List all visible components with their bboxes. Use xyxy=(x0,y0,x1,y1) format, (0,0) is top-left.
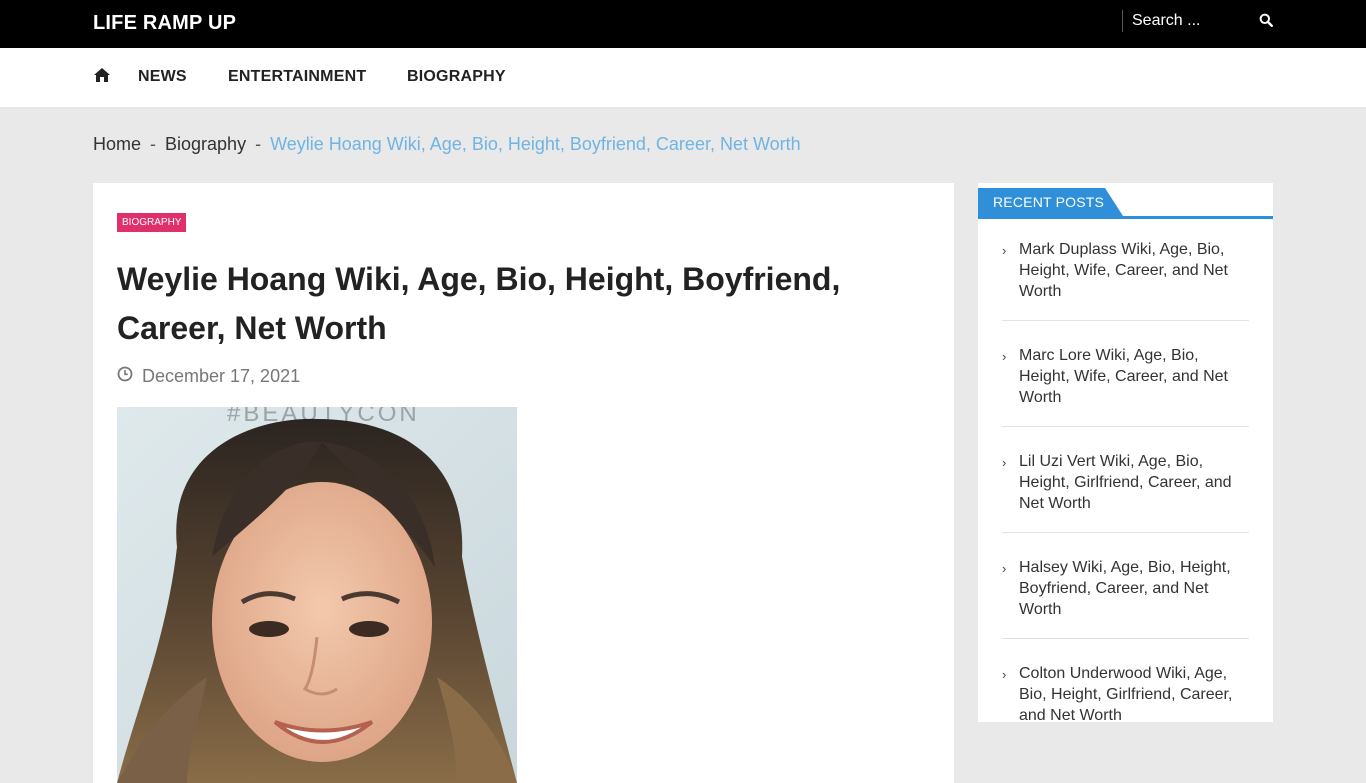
article-title: Weylie Hoang Wiki, Age, Bio, Height, Boy… xyxy=(117,261,841,346)
chevron-right-icon: › xyxy=(1002,667,1007,682)
recent-post-link[interactable]: Colton Underwood Wiki, Age, Bio, Height,… xyxy=(1019,663,1249,726)
search-icon[interactable] xyxy=(1259,13,1275,29)
recent-post-link[interactable]: Halsey Wiki, Age, Bio, Height, Boyfriend… xyxy=(1019,557,1249,620)
article-card: BIOGRAPHY Weylie Hoang Wiki, Age, Bio, H… xyxy=(93,183,954,783)
nav-item-entertainment[interactable]: ENTERTAINMENT xyxy=(228,68,366,86)
clock-icon xyxy=(117,366,133,387)
breadcrumb: Home - Biography - Weylie Hoang Wiki, Age, B… xyxy=(93,134,801,155)
breadcrumb-home[interactable]: Home xyxy=(93,134,141,155)
search-box xyxy=(1122,10,1274,32)
list-item: › Colton Underwood Wiki, Age, Bio, Heigh… xyxy=(1002,663,1249,744)
chevron-right-icon: › xyxy=(1002,561,1007,576)
recent-post-link[interactable]: Lil Uzi Vert Wiki, Age, Bio, Height, Gir… xyxy=(1019,451,1249,514)
recent-post-link[interactable]: Marc Lore Wiki, Age, Bio, Height, Wife, … xyxy=(1019,345,1249,408)
list-item: › Marc Lore Wiki, Age, Bio, Height, Wife… xyxy=(1002,345,1249,427)
list-item: › Lil Uzi Vert Wiki, Age, Bio, Height, G… xyxy=(1002,451,1249,533)
recent-post-link[interactable]: Mark Duplass Wiki, Age, Bio, Height, Wif… xyxy=(1019,239,1249,302)
breadcrumb-separator: - xyxy=(150,134,157,154)
widget-title: RECENT POSTS xyxy=(993,194,1105,210)
list-item: › Mark Duplass Wiki, Age, Bio, Height, W… xyxy=(1002,239,1249,321)
home-icon[interactable] xyxy=(93,67,111,85)
featured-image: #BEAUTYCON xyxy=(117,407,517,783)
date-text: December 17, 2021 xyxy=(142,366,301,386)
breadcrumb-separator: - xyxy=(255,134,262,154)
breadcrumb-category[interactable]: Biography xyxy=(165,134,246,155)
site-title[interactable]: LIFE RAMP UP xyxy=(93,12,236,35)
article-date: December 17, 2021 xyxy=(117,366,300,387)
recent-posts-list: › Mark Duplass Wiki, Age, Bio, Height, W… xyxy=(1002,239,1249,744)
chevron-right-icon: › xyxy=(1002,455,1007,470)
chevron-right-icon: › xyxy=(1002,243,1007,258)
nav-item-news[interactable]: NEWS xyxy=(138,68,187,86)
search-input[interactable] xyxy=(1132,10,1247,32)
top-bar: LIFE RAMP UP xyxy=(0,0,1366,48)
breadcrumb-current: Weylie Hoang Wiki, Age, Bio, Height, Boy… xyxy=(270,134,801,154)
chevron-right-icon: › xyxy=(1002,349,1007,364)
category-badge[interactable]: BIOGRAPHY xyxy=(117,213,187,232)
widget-header: RECENT POSTS xyxy=(978,188,1273,219)
list-item: › Halsey Wiki, Age, Bio, Height, Boyfrie… xyxy=(1002,557,1249,639)
main-nav: NEWS ENTERTAINMENT BIOGRAPHY xyxy=(0,48,1366,107)
nav-item-biography[interactable]: BIOGRAPHY xyxy=(407,68,506,86)
sidebar-recent-posts: RECENT POSTS › Mark Duplass Wiki, Age, B… xyxy=(978,183,1273,724)
